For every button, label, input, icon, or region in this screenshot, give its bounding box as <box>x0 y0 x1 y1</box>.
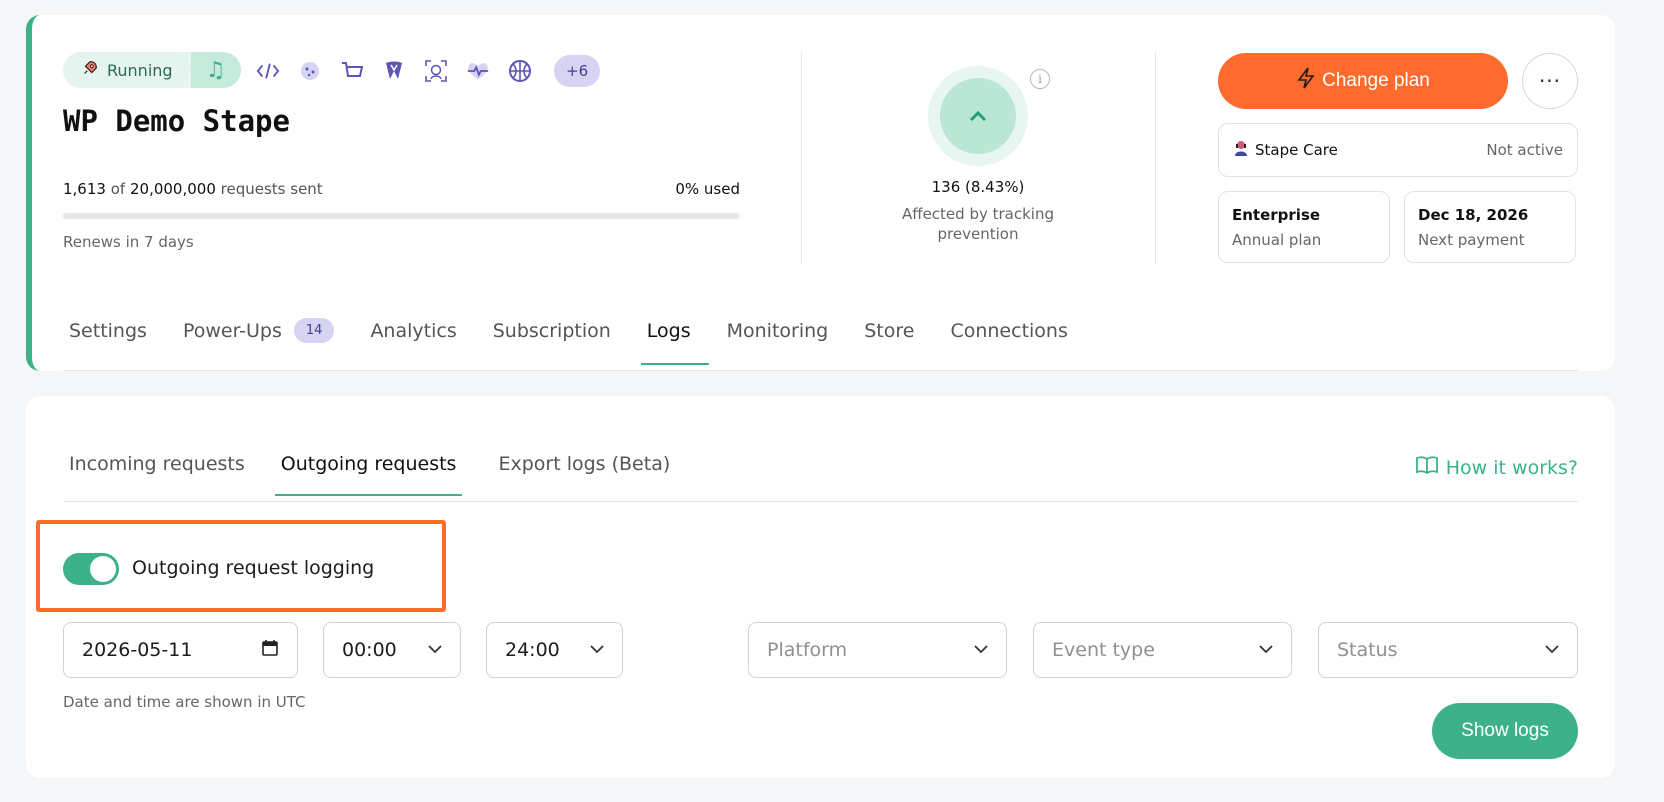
platform-select[interactable]: Platform <box>748 622 1007 678</box>
plan-period: Annual plan <box>1232 231 1322 249</box>
requests-usage: 1,613 of 20,000,000 requests sent 0% use… <box>63 180 740 198</box>
more-integrations-badge[interactable]: +6 <box>554 55 601 87</box>
requests-suffix: requests sent <box>220 180 323 198</box>
tab-store[interactable]: Store <box>858 318 932 363</box>
status-select[interactable]: Status <box>1318 622 1578 678</box>
used-percent: 0% used <box>675 180 740 198</box>
platform-placeholder: Platform <box>767 639 848 661</box>
chevron-down-icon <box>590 642 604 658</box>
tab-monitoring[interactable]: Monitoring <box>721 318 847 363</box>
cart-icon[interactable] <box>340 59 364 83</box>
time-to-select[interactable]: 24:00 <box>486 622 623 678</box>
time-to-value: 24:00 <box>505 639 560 661</box>
chevron-down-icon <box>428 642 442 658</box>
divider <box>1155 52 1156 264</box>
tab-incoming-requests[interactable]: Incoming requests <box>63 453 245 495</box>
power-ups-count-badge: 14 <box>293 318 335 343</box>
care-status: Not active <box>1486 141 1563 159</box>
date-value: 2026-05-11 <box>82 639 193 661</box>
tracking-label: Affected by tracking prevention <box>901 205 1054 243</box>
tab-outgoing-requests[interactable]: Outgoing requests <box>274 453 463 496</box>
renews-text: Renews in 7 days <box>63 233 194 251</box>
how-it-works-link[interactable]: How it works? <box>1415 456 1578 479</box>
lightning-icon <box>1296 67 1316 95</box>
logs-sub-tabs: Incoming requests Outgoing requests Expo… <box>63 453 700 496</box>
time-from-select[interactable]: 00:00 <box>323 622 461 678</box>
chevron-down-icon <box>1545 642 1559 658</box>
divider <box>801 52 802 264</box>
status-placeholder: Status <box>1337 639 1398 661</box>
change-plan-label: Change plan <box>1322 70 1430 91</box>
next-payment-date: Dec 18, 2026 <box>1418 206 1529 224</box>
tab-subscription[interactable]: Subscription <box>487 318 629 363</box>
time-from-value: 00:00 <box>342 639 397 661</box>
calendar-icon[interactable] <box>261 639 279 661</box>
code-icon[interactable] <box>256 59 280 83</box>
care-label: Stape Care <box>1255 141 1338 159</box>
book-icon <box>1415 456 1438 479</box>
music-icon[interactable]: ♫ <box>190 52 241 88</box>
tab-export-logs[interactable]: Export logs (Beta) <box>492 453 670 495</box>
tab-power-ups[interactable]: Power-Ups 14 <box>177 318 353 363</box>
tab-connections[interactable]: Connections <box>944 318 1085 363</box>
heartbeat-icon[interactable] <box>466 59 490 83</box>
show-logs-label: Show logs <box>1461 720 1549 741</box>
status-label: Running <box>107 60 173 80</box>
next-payment-box: Dec 18, 2026 Next payment <box>1404 191 1576 263</box>
plan-name: Enterprise <box>1232 206 1321 224</box>
status-pill: Running ♫ <box>63 52 241 88</box>
toggle-knob <box>90 556 116 582</box>
show-logs-button[interactable]: Show logs <box>1432 703 1578 759</box>
next-payment-label: Next payment <box>1418 231 1525 249</box>
main-tabs: Settings Power-Ups 14 Analytics Subscript… <box>63 318 1098 365</box>
requests-limit: 20,000,000 <box>129 180 216 198</box>
info-icon[interactable]: i <box>1030 69 1050 89</box>
tab-settings[interactable]: Settings <box>63 318 165 363</box>
integration-icons: +6 <box>256 55 601 87</box>
cookie-icon[interactable] <box>298 59 322 83</box>
tracking-gauge <box>928 66 1028 166</box>
event-type-placeholder: Event type <box>1052 639 1155 661</box>
chevron-down-icon <box>1259 642 1273 658</box>
plan-box: Enterprise Annual plan <box>1218 191 1390 263</box>
outgoing-logging-label: Outgoing request logging <box>132 557 375 579</box>
more-options-button[interactable]: ··· <box>1522 53 1578 109</box>
container-title: WP Demo Stape <box>63 104 290 138</box>
usage-progress-bar <box>63 213 740 219</box>
outgoing-logging-toggle[interactable] <box>63 553 119 585</box>
chevron-up-icon <box>940 78 1016 154</box>
how-it-works-label: How it works? <box>1445 456 1578 479</box>
globe-icon[interactable] <box>508 59 532 83</box>
rocket-icon <box>81 59 99 81</box>
ellipsis-icon: ··· <box>1538 69 1562 93</box>
date-input[interactable]: 2026-05-11 <box>63 622 298 678</box>
tabs-divider <box>63 370 1578 371</box>
requests-used: 1,613 <box>63 180 106 198</box>
face-scan-icon[interactable] <box>424 59 448 83</box>
chevron-down-icon <box>974 642 988 658</box>
tracking-value: 136 (8.43%) <box>931 178 1025 196</box>
sub-tabs-divider <box>63 501 1578 502</box>
stape-care-row[interactable]: Stape Care Not active <box>1218 123 1578 177</box>
agent-icon <box>1233 139 1249 161</box>
event-type-select[interactable]: Event type <box>1033 622 1292 678</box>
tab-logs[interactable]: Logs <box>640 318 709 365</box>
tab-analytics[interactable]: Analytics <box>364 318 474 363</box>
requests-of: of <box>110 180 126 198</box>
status-running: Running <box>63 52 191 88</box>
utc-note: Date and time are shown in UTC <box>63 693 306 711</box>
ads-icon[interactable] <box>382 59 406 83</box>
change-plan-button[interactable]: Change plan <box>1218 53 1508 109</box>
